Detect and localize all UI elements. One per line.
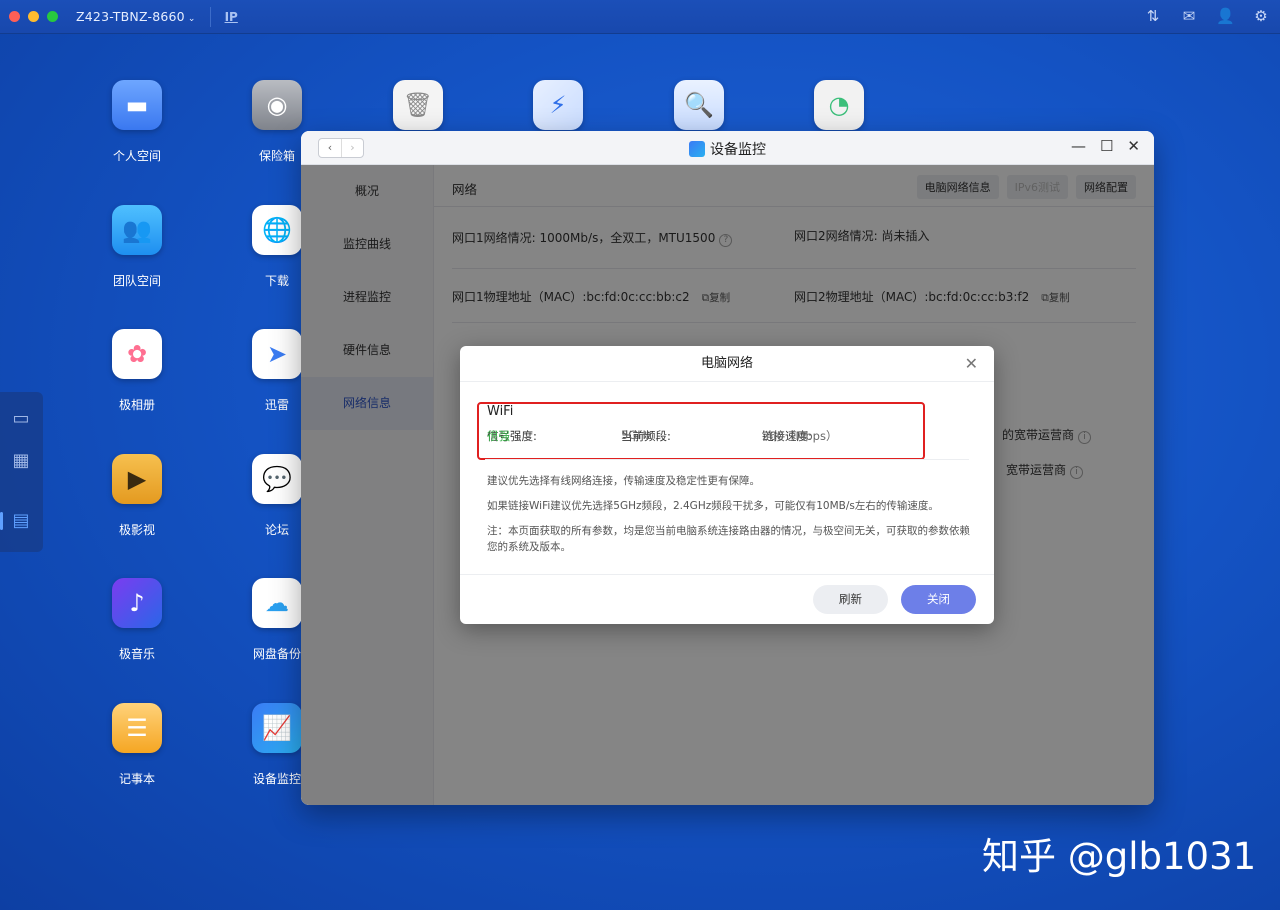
apps-grid-icon[interactable]: ▦	[10, 450, 32, 472]
window-title: 设备监控	[301, 139, 1154, 159]
note-disclaimer: 注：本页面获取的所有参数，均是您当前电脑系统连接路由器的情况，与极空间无关，可获…	[487, 525, 970, 553]
pc-network-dialog: 电脑网络 ✕ WiFi 信号强度: 很强 当前频段: 5GHz 链接速度: 260（M…	[460, 346, 994, 624]
app-label: 极相册	[118, 398, 155, 412]
app-label: 记事本	[118, 772, 155, 786]
advanced-search-icon: 🔍	[674, 80, 724, 130]
app-trash[interactable]: 🗑	[368, 80, 468, 130]
maximize-icon[interactable]: ☐	[1100, 137, 1113, 155]
refresh-button[interactable]: 刷新	[813, 585, 888, 614]
folder-icon: ▬	[112, 80, 162, 130]
app-notepad[interactable]: ☰ 记事本	[87, 703, 187, 787]
dialog-footer-divider	[460, 574, 994, 575]
watermark: 知乎 @glb1031	[982, 835, 1257, 878]
window-traffic-lights	[9, 11, 58, 22]
minimize-dot-icon[interactable]	[28, 11, 39, 22]
dialog-header: 电脑网络 ✕	[460, 346, 994, 382]
topbar-divider	[209, 6, 211, 27]
app-database[interactable]: ◔	[789, 80, 889, 130]
close-icon[interactable]: ✕	[965, 346, 978, 382]
dialog-divider	[485, 459, 969, 460]
window-title-text: 设备监控	[710, 142, 766, 158]
notepad-icon: ☰	[112, 703, 162, 753]
trash-icon: 🗑	[393, 80, 443, 130]
app-label: 极音乐	[118, 647, 155, 661]
team-folder-icon: 👥	[112, 205, 162, 255]
device-hostname: Z423-TBNZ-8660	[76, 9, 185, 24]
note-wired: 建议优先选择有线网络连接，传输速度及稳定性更有保障。	[487, 475, 760, 487]
zoom-dot-icon[interactable]	[47, 11, 58, 22]
device-selector[interactable]: Z423-TBNZ-8660 ⌄	[76, 9, 196, 24]
app-personal-space[interactable]: ▬ 个人空间	[87, 80, 187, 164]
close-dot-icon[interactable]	[9, 11, 20, 22]
ip-icon[interactable]: IP	[225, 10, 238, 24]
app-label: 个人空间	[112, 149, 161, 163]
app-advanced-search[interactable]: 🔍	[649, 80, 749, 130]
close-button[interactable]: 关闭	[901, 585, 976, 614]
wifi-info-box: WiFi 信号强度: 很强 当前频段: 5GHz 链接速度: 260（Mbps）	[477, 402, 925, 460]
close-icon[interactable]: ✕	[1127, 137, 1140, 155]
user-icon[interactable]: 👤	[1216, 7, 1235, 25]
app-photos[interactable]: ✿ 极相册	[87, 329, 187, 413]
monitor-chart-icon	[689, 141, 705, 157]
drive-icon[interactable]: ▭	[10, 408, 32, 430]
minimize-icon[interactable]: —	[1071, 137, 1086, 155]
app-video[interactable]: ▶ 极影视	[87, 454, 187, 538]
music-icon: ♪	[112, 578, 162, 628]
mail-icon[interactable]: ✉	[1180, 7, 1198, 25]
monitor-chart-icon: 📈	[252, 703, 302, 753]
window-titlebar: ‹ › 设备监控 — ☐ ✕	[301, 131, 1154, 165]
cloud-backup-icon: ☁	[252, 578, 302, 628]
chevron-down-icon: ⌄	[187, 14, 196, 24]
note-5ghz: 如果链接WiFi建议优先选择5GHz频段，2.4GHz频段干扰多，可能仅有10M…	[487, 500, 939, 512]
dialog-title: 电脑网络	[700, 356, 753, 371]
speed-value: 260（Mbps）	[762, 429, 838, 443]
database-chart-icon: ◔	[814, 80, 864, 130]
band-value: 5GHz	[621, 428, 652, 442]
forum-icon: 💬	[252, 454, 302, 504]
photos-icon: ✿	[112, 329, 162, 379]
signal-value: 很强	[487, 429, 510, 443]
left-dock: ▭ ▦ ▤	[0, 392, 43, 552]
window-controls: — ☐ ✕	[1071, 137, 1140, 155]
top-bar: Z423-TBNZ-8660 ⌄ IP ⇅ ✉ 👤 ⚙	[0, 0, 1280, 34]
wifi-title: WiFi	[487, 404, 514, 419]
dock-active-indicator	[0, 512, 3, 530]
safe-icon: ◉	[252, 80, 302, 130]
topbar-actions: ⇅ ✉ 👤 ⚙	[1144, 7, 1270, 25]
transfer-icon[interactable]: ⇅	[1144, 7, 1162, 25]
thunder-bird-icon: ➤	[252, 329, 302, 379]
lightning-app-icon: ⚡	[533, 80, 583, 130]
app-label: 团队空间	[112, 274, 161, 288]
video-icon: ▶	[112, 454, 162, 504]
app-label: 极影视	[118, 523, 155, 537]
download-globe-icon: 🌐	[252, 205, 302, 255]
monitor-chart-icon[interactable]: ▤	[10, 510, 32, 532]
gear-icon[interactable]: ⚙	[1252, 7, 1270, 25]
app-team-space[interactable]: 👥 团队空间	[87, 205, 187, 289]
app-lightning[interactable]: ⚡	[508, 80, 608, 130]
app-music[interactable]: ♪ 极音乐	[87, 578, 187, 662]
